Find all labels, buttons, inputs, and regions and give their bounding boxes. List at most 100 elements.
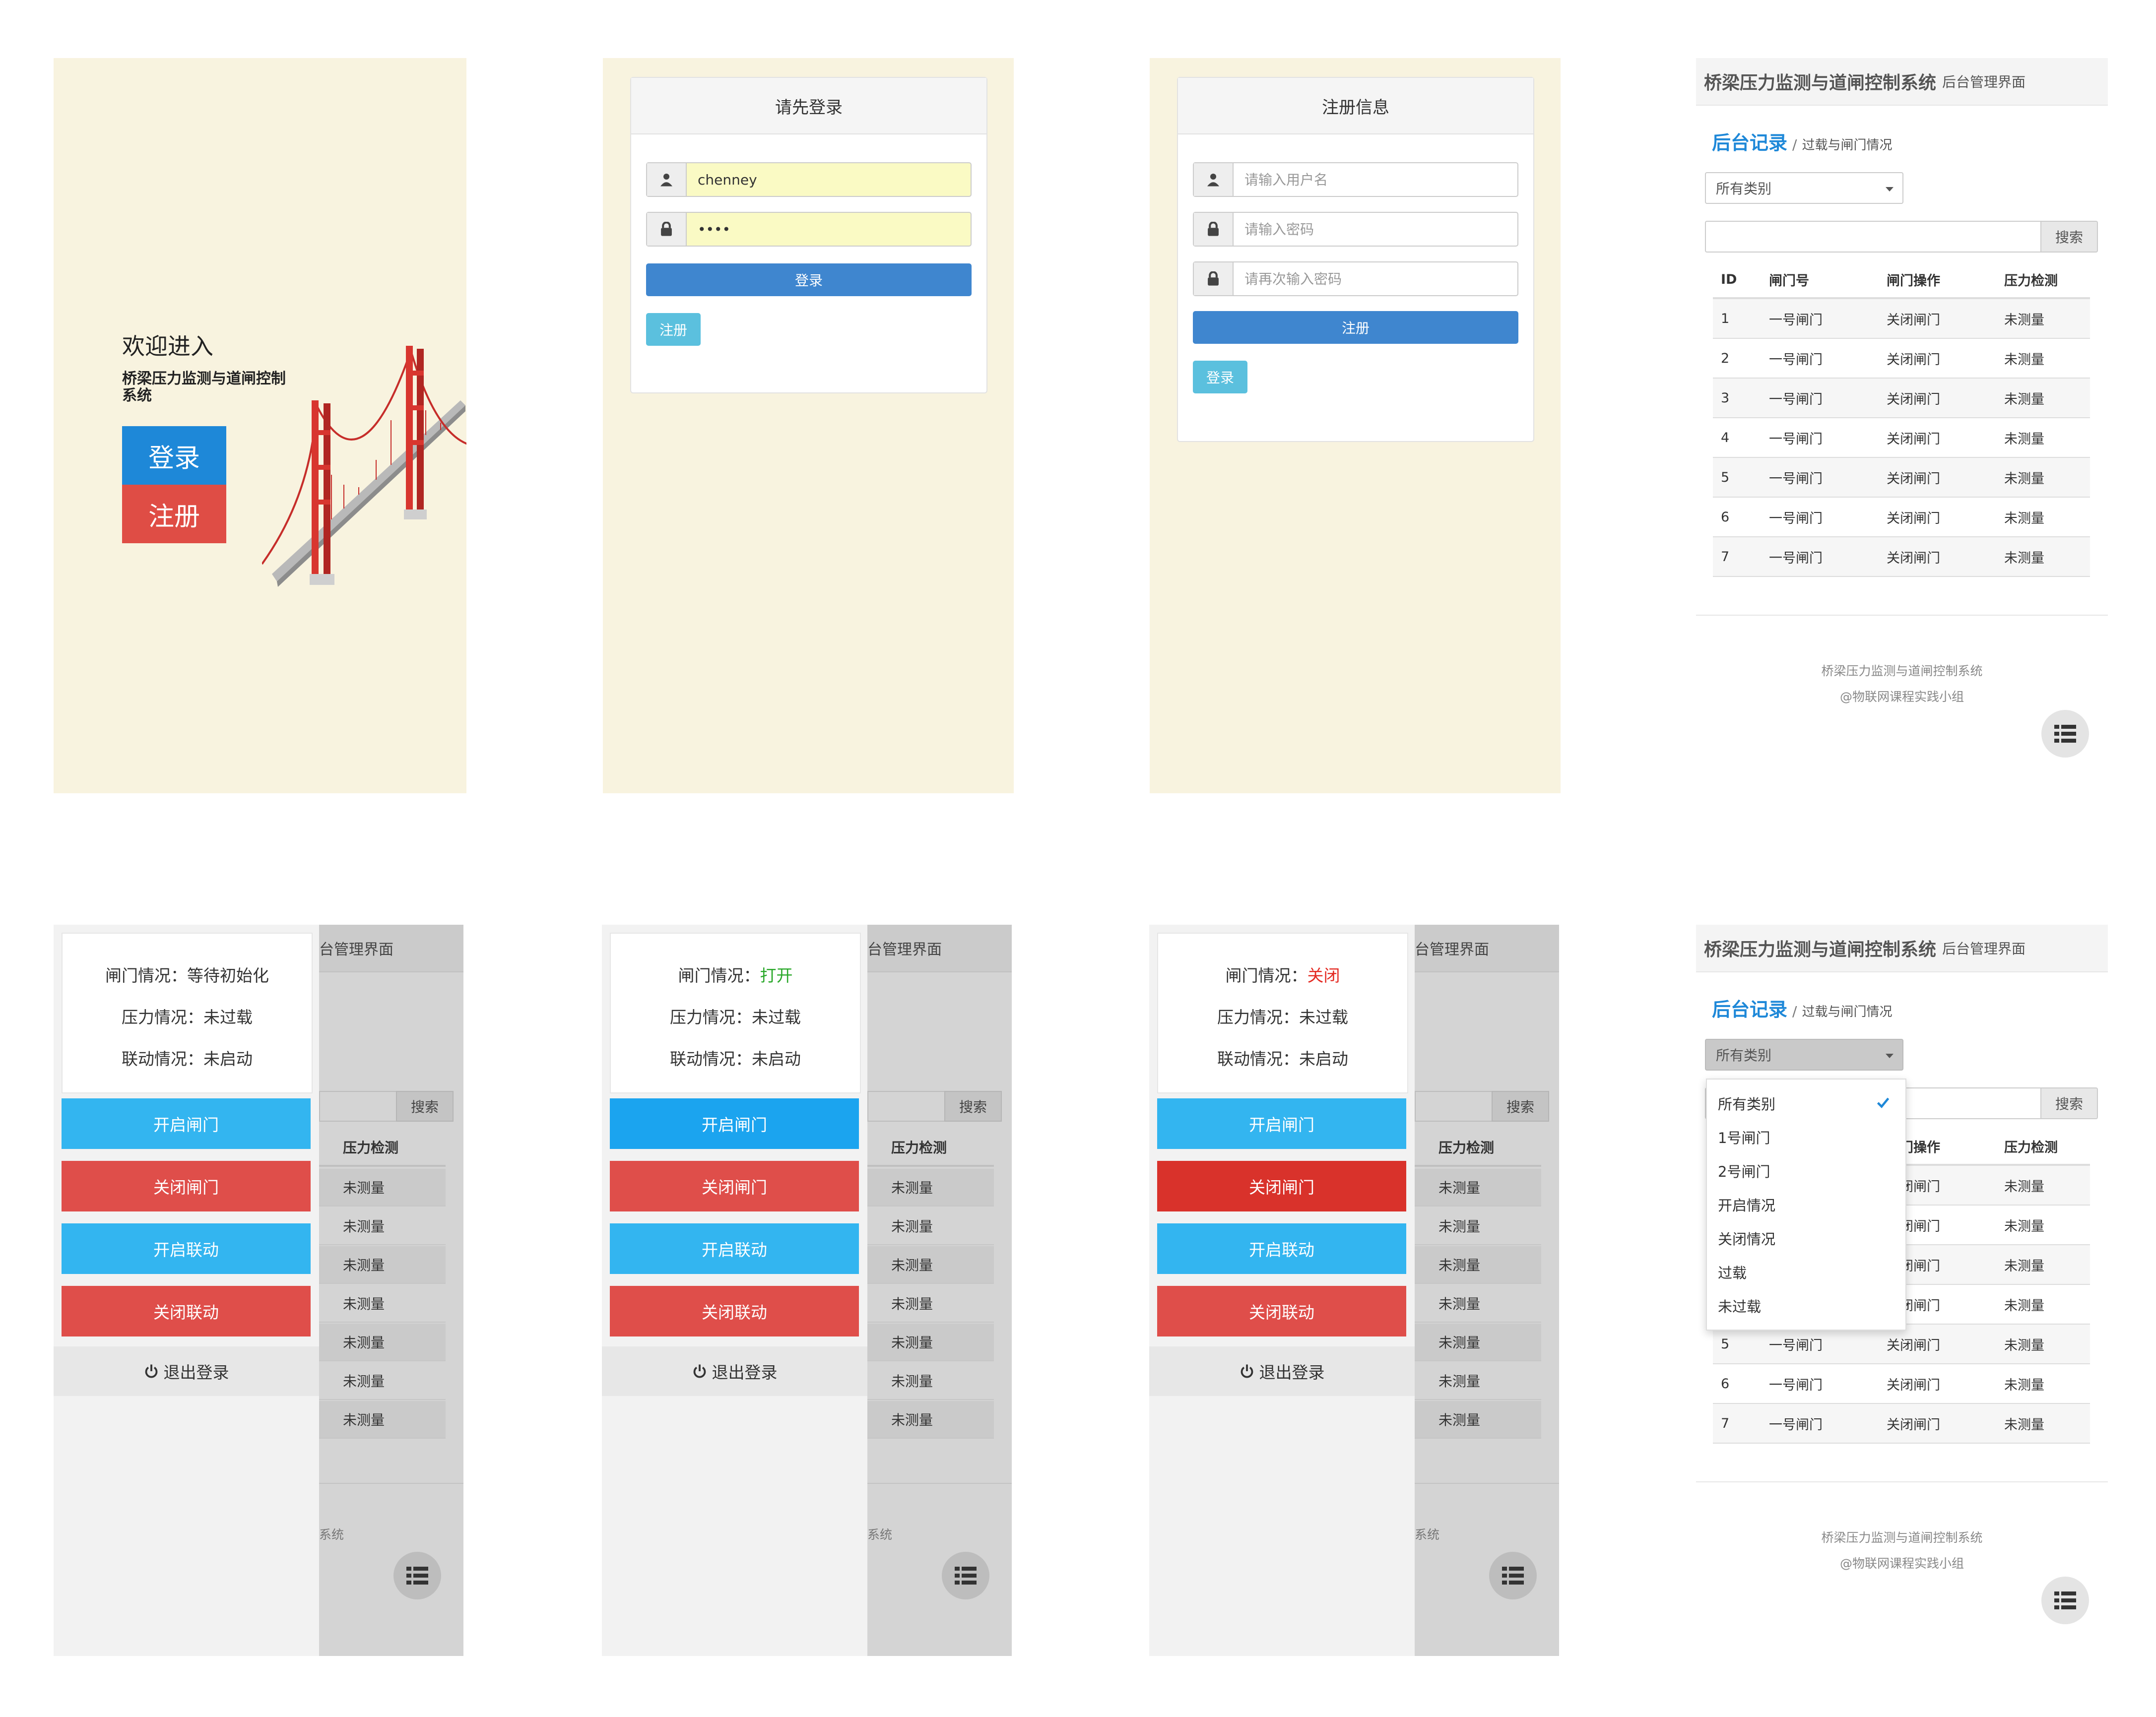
logout-button[interactable]: 退出登录 (1149, 1346, 1415, 1396)
close-linkage-button[interactable]: 关闭联动 (610, 1286, 859, 1336)
dropdown-option[interactable]: 过载 (1707, 1255, 1905, 1289)
open-gate-button[interactable]: 开启闸门 (62, 1098, 311, 1149)
close-linkage-button[interactable]: 关闭联动 (62, 1286, 311, 1336)
goto-register-button[interactable]: 注册 (646, 313, 701, 346)
background-page-overlay[interactable]: 台管理界面 搜索 压力检测 未测量 未测量 未测量 未测量 未测量 未测量 未测量 系统 (1415, 925, 1559, 1656)
open-gate-button[interactable]: 开启闸门 (610, 1098, 859, 1149)
dropdown-option[interactable]: 2号闸门 (1707, 1154, 1905, 1188)
bg-search-button: 搜索 (1492, 1091, 1549, 1122)
open-linkage-button[interactable]: 开启联动 (62, 1223, 311, 1274)
table-cell: 一号闸门 (1761, 378, 1879, 418)
chevron-down-icon (1886, 187, 1894, 191)
app-subtitle: 后台管理界面 (1942, 941, 2026, 957)
username-input[interactable] (687, 163, 971, 196)
logout-button[interactable]: 退出登录 (602, 1346, 867, 1396)
table-row[interactable]: 3一号闸门关闭闸门未测量 (1713, 378, 2090, 418)
background-page-overlay[interactable]: 台管理界面 搜索 压力检测 未测量 未测量 未测量 未测量 未测量 未测量 未测量 系统 (867, 925, 1012, 1656)
table-cell: 5 (1713, 457, 1761, 498)
open-gate-button[interactable]: 开启闸门 (1157, 1098, 1406, 1149)
table-cell: 未测量 (1996, 378, 2090, 418)
bg-cell: 未测量 (1415, 1401, 1541, 1439)
table-row[interactable]: 6 一号闸门 关闭闸门 未测量 (1713, 1364, 2090, 1404)
dropdown-option[interactable]: 所有类别 (1707, 1086, 1905, 1120)
table-cell: 未测量 (1996, 298, 2090, 339)
login-button[interactable]: 登录 (122, 426, 226, 485)
lock-icon (647, 213, 687, 246)
chevron-down-icon (1886, 1054, 1894, 1058)
register-submit-button[interactable]: 注册 (1193, 311, 1518, 344)
category-select[interactable]: 所有类别 (1705, 172, 1903, 204)
table-cell: 未测量 (1996, 1205, 2090, 1245)
username-field[interactable] (646, 162, 972, 197)
table-row[interactable]: 7 一号闸门 关闭闸门 未测量 (1713, 537, 2090, 577)
search-input[interactable] (1705, 221, 2040, 253)
login-submit-button[interactable]: 登录 (646, 263, 972, 296)
open-linkage-button[interactable]: 开启联动 (1157, 1223, 1406, 1274)
table-row[interactable]: 7 一号闸门 关闭闸门 未测量 (1713, 1403, 2090, 1444)
breadcrumb-main[interactable]: 后台记录 (1712, 994, 1787, 1021)
dropdown-option[interactable]: 开启情况 (1707, 1188, 1905, 1221)
close-gate-button[interactable]: 关闭闸门 (610, 1161, 859, 1211)
menu-toggle-button[interactable] (942, 1552, 989, 1599)
table-cell: 一号闸门 (1761, 1403, 1879, 1444)
list-icon (955, 1567, 977, 1585)
menu-toggle-button[interactable] (1489, 1552, 1537, 1599)
app-title: 桥梁压力监测与道闸控制系统 (1704, 73, 1937, 93)
bg-header-text: 台管理界面 (319, 941, 393, 958)
close-gate-button[interactable]: 关闭闸门 (62, 1161, 311, 1211)
table-cell: 未测量 (1996, 1165, 2090, 1206)
reg-password-confirm-field[interactable] (1193, 261, 1518, 296)
password-field[interactable] (646, 212, 972, 247)
background-page-overlay[interactable]: 台管理界面 搜索 压力检测 未测量 未测量 未测量 未测量 未测量 未测量 未测量 系统 (319, 925, 463, 1656)
table-cell: 关闭闸门 (1879, 298, 1996, 339)
bg-search-input (867, 1091, 944, 1122)
footer: 桥梁压力监测与道闸控制系统 @物联网课程实践小组 (1821, 664, 1983, 704)
table-row[interactable]: 2一号闸门关闭闸门未测量 (1713, 338, 2090, 379)
bg-cell: 未测量 (1415, 1208, 1541, 1245)
search-button[interactable]: 搜索 (2040, 221, 2098, 253)
table-row[interactable]: 4一号闸门关闭闸门未测量 (1713, 418, 2090, 458)
linkage-status: 联动情况：未启动 (122, 1049, 253, 1069)
table-cell: 未测量 (1996, 1364, 2090, 1404)
menu-toggle-button[interactable] (2041, 710, 2089, 758)
register-button[interactable]: 注册 (122, 485, 226, 543)
table-cell: 未测量 (1996, 1245, 2090, 1285)
table-cell: 未测量 (1996, 497, 2090, 537)
reg-password-confirm-input[interactable] (1234, 262, 1517, 295)
bg-col-header: 压力检测 (867, 1129, 994, 1167)
search-button[interactable]: 搜索 (2040, 1087, 2098, 1119)
register-panel: 注册信息 注册 登录 (1177, 77, 1534, 442)
close-linkage-button[interactable]: 关闭联动 (1157, 1286, 1406, 1336)
sidebar-screen-closed: 台管理界面 搜索 压力检测 未测量 未测量 未测量 未测量 未测量 未测量 未测量 系统 闸… (1149, 925, 1559, 1656)
dropdown-option[interactable]: 关闭情况 (1707, 1221, 1905, 1255)
table-row[interactable]: 1一号闸门关闭闸门未测量 (1713, 298, 2090, 339)
divider (867, 1483, 1012, 1484)
linkage-status: 联动情况：未启动 (670, 1049, 801, 1069)
admin-header: 桥梁压力监测与道闸控制系统 后台管理界面 (1696, 925, 2108, 972)
table-row[interactable]: 6 一号闸门 关闭闸门 未测量 (1713, 497, 2090, 537)
close-gate-button[interactable]: 关闭闸门 (1157, 1161, 1406, 1211)
password-input[interactable] (687, 213, 971, 246)
reg-password-input[interactable] (1234, 213, 1517, 246)
table-cell: 关闭闸门 (1879, 457, 1996, 498)
breadcrumb-sub: 过载与闸门情况 (1802, 138, 1893, 153)
table-cell: 关闭闸门 (1879, 338, 1996, 379)
goto-login-button[interactable]: 登录 (1193, 361, 1247, 393)
open-linkage-button[interactable]: 开启联动 (610, 1223, 859, 1274)
category-select-open[interactable]: 所有类别 (1705, 1039, 1903, 1071)
gate-state: 关闭 (1307, 966, 1340, 985)
breadcrumb-main[interactable]: 后台记录 (1712, 127, 1787, 155)
table-cell: 关闭闸门 (1879, 1364, 1996, 1404)
menu-toggle-button[interactable] (2041, 1577, 2089, 1624)
dropdown-option[interactable]: 1号闸门 (1707, 1120, 1905, 1154)
logout-button[interactable]: 退出登录 (54, 1346, 319, 1396)
table-row[interactable]: 5 一号闸门 关闭闸门 未测量 (1713, 457, 2090, 498)
admin-dropdown-screen: 桥梁压力监测与道闸控制系统 后台管理界面 后台记录 / 过载与闸门情况 所有类别… (1696, 925, 2108, 1656)
reg-username-input[interactable] (1234, 163, 1517, 196)
app-title: 桥梁压力监测与道闸控制系统 (1704, 940, 1937, 960)
menu-toggle-button[interactable] (393, 1552, 441, 1599)
reg-password-field[interactable] (1193, 212, 1518, 247)
dropdown-option[interactable]: 未过载 (1707, 1289, 1905, 1323)
reg-username-field[interactable] (1193, 162, 1518, 197)
admin-header: 桥梁压力监测与道闸控制系统 后台管理界面 (1696, 58, 2108, 106)
